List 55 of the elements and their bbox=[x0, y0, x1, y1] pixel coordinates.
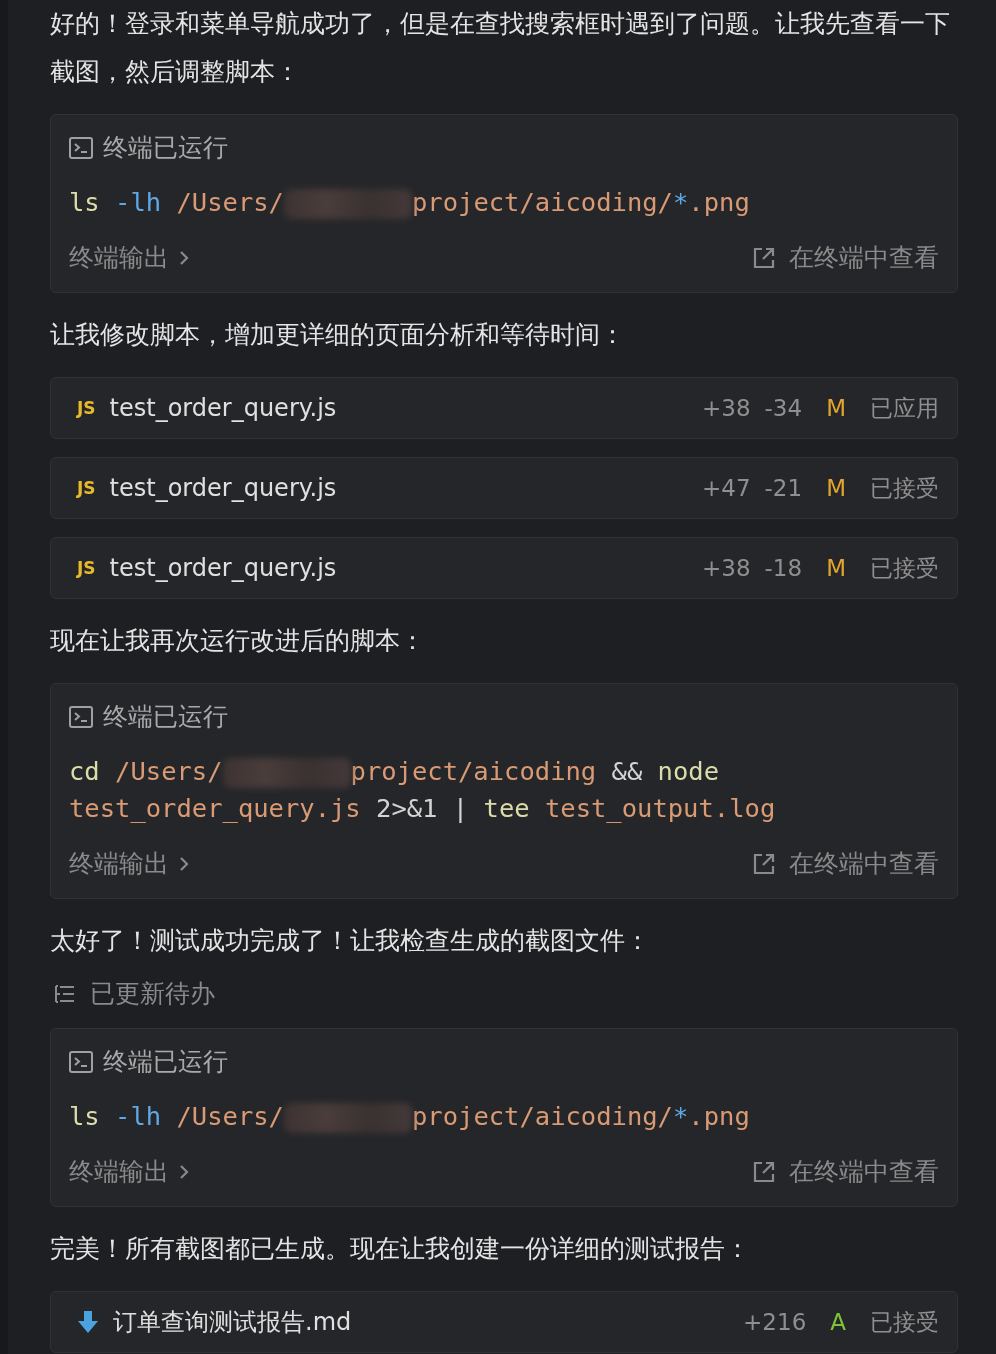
removed-count: -34 bbox=[764, 395, 803, 421]
file-name: test_order_query.js bbox=[109, 474, 338, 502]
change-state: 已应用 bbox=[870, 393, 939, 423]
added-count: +38 bbox=[702, 395, 751, 421]
file-name: 订单查询测试报告.md bbox=[113, 1307, 353, 1338]
terminal-title: 终端已运行 bbox=[103, 1046, 228, 1078]
file-change-row[interactable]: JS test_order_query.js +38 -34 M 已应用 bbox=[50, 377, 958, 439]
status-letter: M bbox=[826, 555, 846, 581]
file-name: test_order_query.js bbox=[109, 394, 338, 422]
status-letter: A bbox=[830, 1309, 846, 1335]
open-in-terminal-link[interactable]: 在终端中查看 bbox=[753, 847, 939, 880]
message-text: 现在让我再次运行改进后的脚本： bbox=[50, 625, 426, 657]
download-arrow-icon bbox=[77, 1310, 99, 1334]
change-state: 已接受 bbox=[870, 473, 939, 503]
js-file-icon: JS bbox=[77, 558, 96, 578]
message-text: 让我修改脚本，增加更详细的页面分析和等待时间： bbox=[50, 319, 626, 351]
message-text: 完美！所有截图都已生成。现在让我创建一份详细的测试报告： bbox=[50, 1233, 751, 1265]
command-text: ls -lh /Users/ project/aicoding/*.png bbox=[69, 186, 751, 221]
message-text: 好的！登录和菜单导航成功了，但是在查找搜索框时遇到了问题。让我先查看一下截图，然后调整脚本： bbox=[50, 8, 951, 88]
external-link-icon bbox=[753, 1160, 775, 1183]
removed-count: -18 bbox=[764, 555, 803, 581]
file-name: test_order_query.js bbox=[109, 554, 338, 582]
added-count: +38 bbox=[702, 555, 751, 581]
status-letter: M bbox=[826, 475, 846, 501]
message-text: 太好了！测试成功完成了！让我检查生成的截图文件： bbox=[50, 925, 651, 957]
output-toggle[interactable]: 终端输出 bbox=[69, 847, 169, 880]
file-change-row[interactable]: JS test_order_query.js +47 -21 M 已接受 bbox=[50, 457, 958, 519]
output-toggle[interactable]: 终端输出 bbox=[69, 1155, 169, 1188]
chevron-right-icon bbox=[179, 249, 189, 266]
command-text: ls -lh /Users/ project/aicoding/*.png bbox=[69, 1100, 751, 1135]
open-in-terminal-link[interactable]: 在终端中查看 bbox=[753, 241, 939, 274]
external-link-icon bbox=[753, 852, 775, 875]
terminal-title: 终端已运行 bbox=[103, 132, 228, 164]
file-change-row[interactable]: JS test_order_query.js +38 -18 M 已接受 bbox=[50, 537, 958, 599]
command-text: cd /Users/ project/aicoding && node test_order_query.js 2>&1 | tee test_output.log bbox=[69, 755, 777, 825]
chevron-right-icon bbox=[179, 1163, 189, 1180]
terminal-icon bbox=[69, 1050, 93, 1073]
terminal-icon bbox=[69, 705, 93, 728]
todo-status: 已更新待办 bbox=[90, 978, 215, 1010]
added-count: +216 bbox=[743, 1309, 807, 1335]
change-state: 已接受 bbox=[870, 553, 939, 583]
chevron-right-icon bbox=[179, 855, 189, 872]
added-count: +47 bbox=[702, 475, 751, 501]
js-file-icon: JS bbox=[77, 398, 96, 418]
status-letter: M bbox=[826, 395, 846, 421]
removed-count: -21 bbox=[764, 475, 803, 501]
file-change-row[interactable]: 订单查询测试报告.md +216 A 已接受 bbox=[50, 1291, 958, 1353]
external-link-icon bbox=[753, 246, 775, 269]
change-state: 已接受 bbox=[870, 1307, 939, 1337]
js-file-icon: JS bbox=[77, 478, 96, 498]
list-icon bbox=[54, 983, 76, 1004]
output-toggle[interactable]: 终端输出 bbox=[69, 241, 169, 274]
terminal-title: 终端已运行 bbox=[103, 701, 228, 733]
open-in-terminal-link[interactable]: 在终端中查看 bbox=[753, 1155, 939, 1188]
terminal-icon bbox=[69, 136, 93, 159]
